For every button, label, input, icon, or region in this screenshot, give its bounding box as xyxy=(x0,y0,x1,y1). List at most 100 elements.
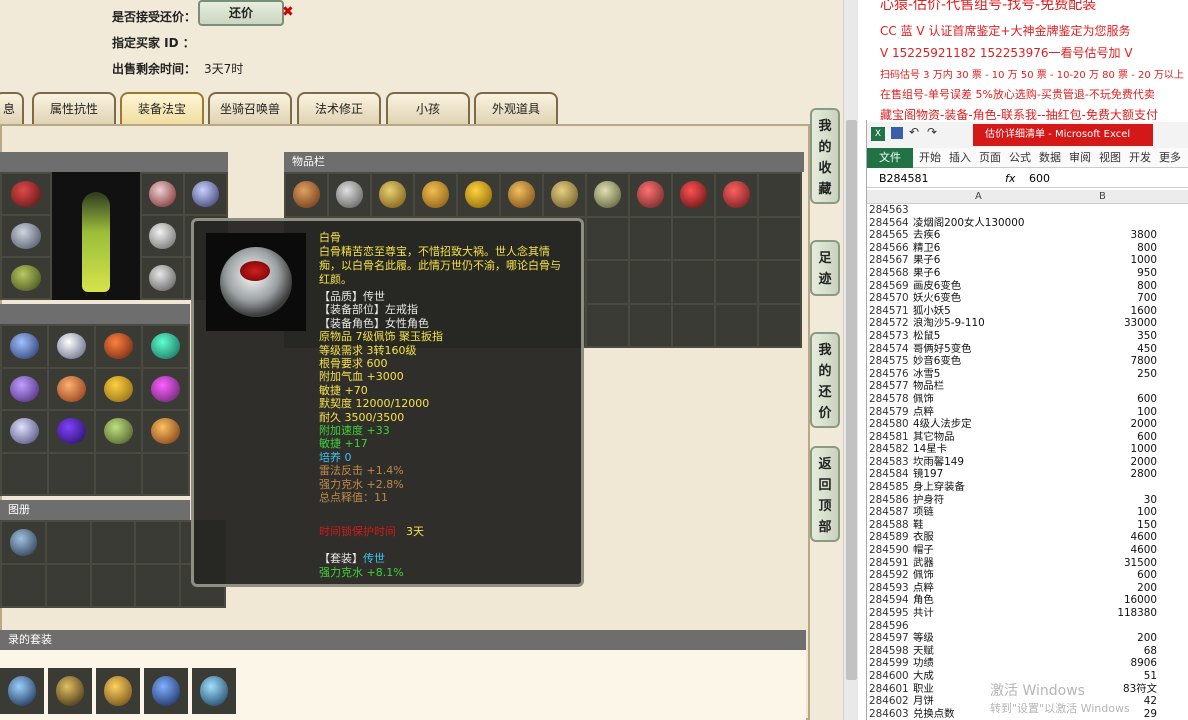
cell-b[interactable]: 4600 xyxy=(1049,544,1157,557)
cell-a[interactable]: 凌烟阁200女人130000 xyxy=(913,217,1049,230)
table-row[interactable]: 284589 衣服 4600 xyxy=(867,531,1188,544)
equip-slot[interactable] xyxy=(2,174,50,214)
book-slot[interactable] xyxy=(46,522,90,563)
cell-a[interactable]: 冰雪5 xyxy=(913,368,1049,381)
inventory-slot[interactable] xyxy=(501,174,542,216)
tab-review[interactable]: 审阅 xyxy=(1069,148,1091,168)
table-row[interactable]: 284583 坎雨馨149 2000 xyxy=(867,456,1188,469)
cell-b[interactable]: 250 xyxy=(1049,368,1157,381)
cell-b[interactable]: 31500 xyxy=(1049,557,1157,570)
item-slot[interactable] xyxy=(143,453,188,494)
table-row[interactable]: 284582 14星卡 1000 xyxy=(867,443,1188,456)
table-row[interactable]: 284579 点粹 100 xyxy=(867,406,1188,419)
inventory-slot[interactable] xyxy=(716,174,757,216)
save-icon[interactable] xyxy=(891,127,903,139)
cell-b[interactable]: 2000 xyxy=(1049,456,1157,469)
formula-input[interactable]: 600 xyxy=(1029,170,1050,188)
inventory-slot[interactable] xyxy=(587,174,628,216)
equip-slot[interactable] xyxy=(2,216,50,256)
cell-b[interactable]: 1600 xyxy=(1049,305,1157,318)
item-slot[interactable] xyxy=(2,453,47,494)
cell-a[interactable]: 点粹 xyxy=(913,406,1049,419)
inventory-slot[interactable] xyxy=(329,174,370,216)
item-slot[interactable] xyxy=(2,368,47,409)
name-box[interactable]: B284581 xyxy=(879,170,929,188)
item-slot[interactable] xyxy=(49,453,94,494)
book-slot[interactable] xyxy=(46,565,90,606)
cell-b[interactable]: 16000 xyxy=(1049,594,1157,607)
item-slot[interactable] xyxy=(49,326,94,367)
table-row[interactable]: 284592 佩饰 600 xyxy=(867,569,1188,582)
tab-page[interactable]: 页面 xyxy=(979,148,1001,168)
cell-b[interactable]: 100 xyxy=(1049,506,1157,519)
book-slot[interactable] xyxy=(2,522,45,563)
inventory-slot[interactable] xyxy=(759,174,800,216)
cell-a[interactable]: 佩饰 xyxy=(913,569,1049,582)
item-slot[interactable] xyxy=(49,411,94,452)
cell-b[interactable]: 950 xyxy=(1049,267,1157,280)
table-row[interactable]: 284594 角色 16000 xyxy=(867,594,1188,607)
table-row[interactable]: 284597 等级 200 xyxy=(867,632,1188,645)
my-offers-button[interactable]: 我的还价 xyxy=(810,332,840,428)
cell-b[interactable]: 1000 xyxy=(1049,254,1157,267)
cell-a[interactable]: 14星卡 xyxy=(913,443,1049,456)
table-row[interactable]: 284567 果子6 1000 xyxy=(867,254,1188,267)
inventory-slot[interactable] xyxy=(630,261,671,303)
cell-a[interactable]: 佩饰 xyxy=(913,393,1049,406)
table-row[interactable]: 284599 功绩 8906 xyxy=(867,657,1188,670)
cell-b[interactable]: 600 xyxy=(1049,393,1157,406)
cell-a[interactable]: 武器 xyxy=(913,557,1049,570)
table-row[interactable]: 284593 点粹 200 xyxy=(867,582,1188,595)
table-row[interactable]: 284585 身上穿装备 xyxy=(867,481,1188,494)
cell-a[interactable]: 项链 xyxy=(913,506,1049,519)
cell-b[interactable]: 118380 xyxy=(1049,607,1157,620)
tab-insert[interactable]: 插入 xyxy=(949,148,971,168)
inventory-slot[interactable] xyxy=(587,304,628,346)
inventory-slot[interactable] xyxy=(286,174,327,216)
equip-slot[interactable] xyxy=(2,258,50,298)
tab-view[interactable]: 视图 xyxy=(1099,148,1121,168)
cell-b[interactable]: 200 xyxy=(1049,632,1157,645)
suit-item[interactable] xyxy=(48,668,92,714)
table-row[interactable]: 284588 鞋 150 xyxy=(867,519,1188,532)
cell-b[interactable]: 450 xyxy=(1049,343,1157,356)
cell-a[interactable]: 角色 xyxy=(913,594,1049,607)
inventory-slot[interactable] xyxy=(759,304,800,346)
table-row[interactable]: 284581 其它物品 600 xyxy=(867,431,1188,444)
equip-slot[interactable] xyxy=(185,174,226,214)
inventory-slot[interactable] xyxy=(630,174,671,216)
suit-item[interactable] xyxy=(144,668,188,714)
table-row[interactable]: 284575 妙音6变色 7800 xyxy=(867,355,1188,368)
cell-b[interactable]: 30 xyxy=(1049,494,1157,507)
cell-a[interactable]: 身上穿装备 xyxy=(913,481,1049,494)
inventory-slot[interactable] xyxy=(630,304,671,346)
suit-item[interactable] xyxy=(192,668,236,714)
cell-a[interactable]: 4级人法步定 xyxy=(913,418,1049,431)
inventory-slot[interactable] xyxy=(630,217,671,259)
cell-a[interactable]: 等级 xyxy=(913,632,1049,645)
equip-slot[interactable] xyxy=(142,216,183,256)
cell-a[interactable]: 浪淘沙5-9-110 xyxy=(913,317,1049,330)
cell-b[interactable]: 3800 xyxy=(1049,229,1157,242)
cell-a[interactable]: 松鼠5 xyxy=(913,330,1049,343)
table-row[interactable]: 284564 凌烟阁200女人130000 xyxy=(867,217,1188,230)
inventory-slot[interactable] xyxy=(716,304,757,346)
cell-b[interactable]: 4600 xyxy=(1049,531,1157,544)
cell-a[interactable]: 精卫6 xyxy=(913,242,1049,255)
suit-item[interactable] xyxy=(96,668,140,714)
my-favorites-button[interactable]: 我的收藏 xyxy=(810,108,840,204)
inventory-slot[interactable] xyxy=(415,174,456,216)
cell-a[interactable]: 共计 xyxy=(913,607,1049,620)
scrollbar-thumb[interactable] xyxy=(846,120,857,680)
cell-a[interactable]: 果子6 xyxy=(913,254,1049,267)
item-slot[interactable] xyxy=(49,368,94,409)
cell-a[interactable]: 狐小妖5 xyxy=(913,305,1049,318)
table-row[interactable]: 284574 哥俩好5变色 450 xyxy=(867,343,1188,356)
inventory-slot[interactable] xyxy=(759,261,800,303)
cell-a[interactable]: 物品栏 xyxy=(913,380,1049,393)
inventory-slot[interactable] xyxy=(587,261,628,303)
cell-b[interactable]: 7800 xyxy=(1049,355,1157,368)
table-row[interactable]: 284595 共计 118380 xyxy=(867,607,1188,620)
cell-b[interactable]: 800 xyxy=(1049,280,1157,293)
item-slot[interactable] xyxy=(143,368,188,409)
